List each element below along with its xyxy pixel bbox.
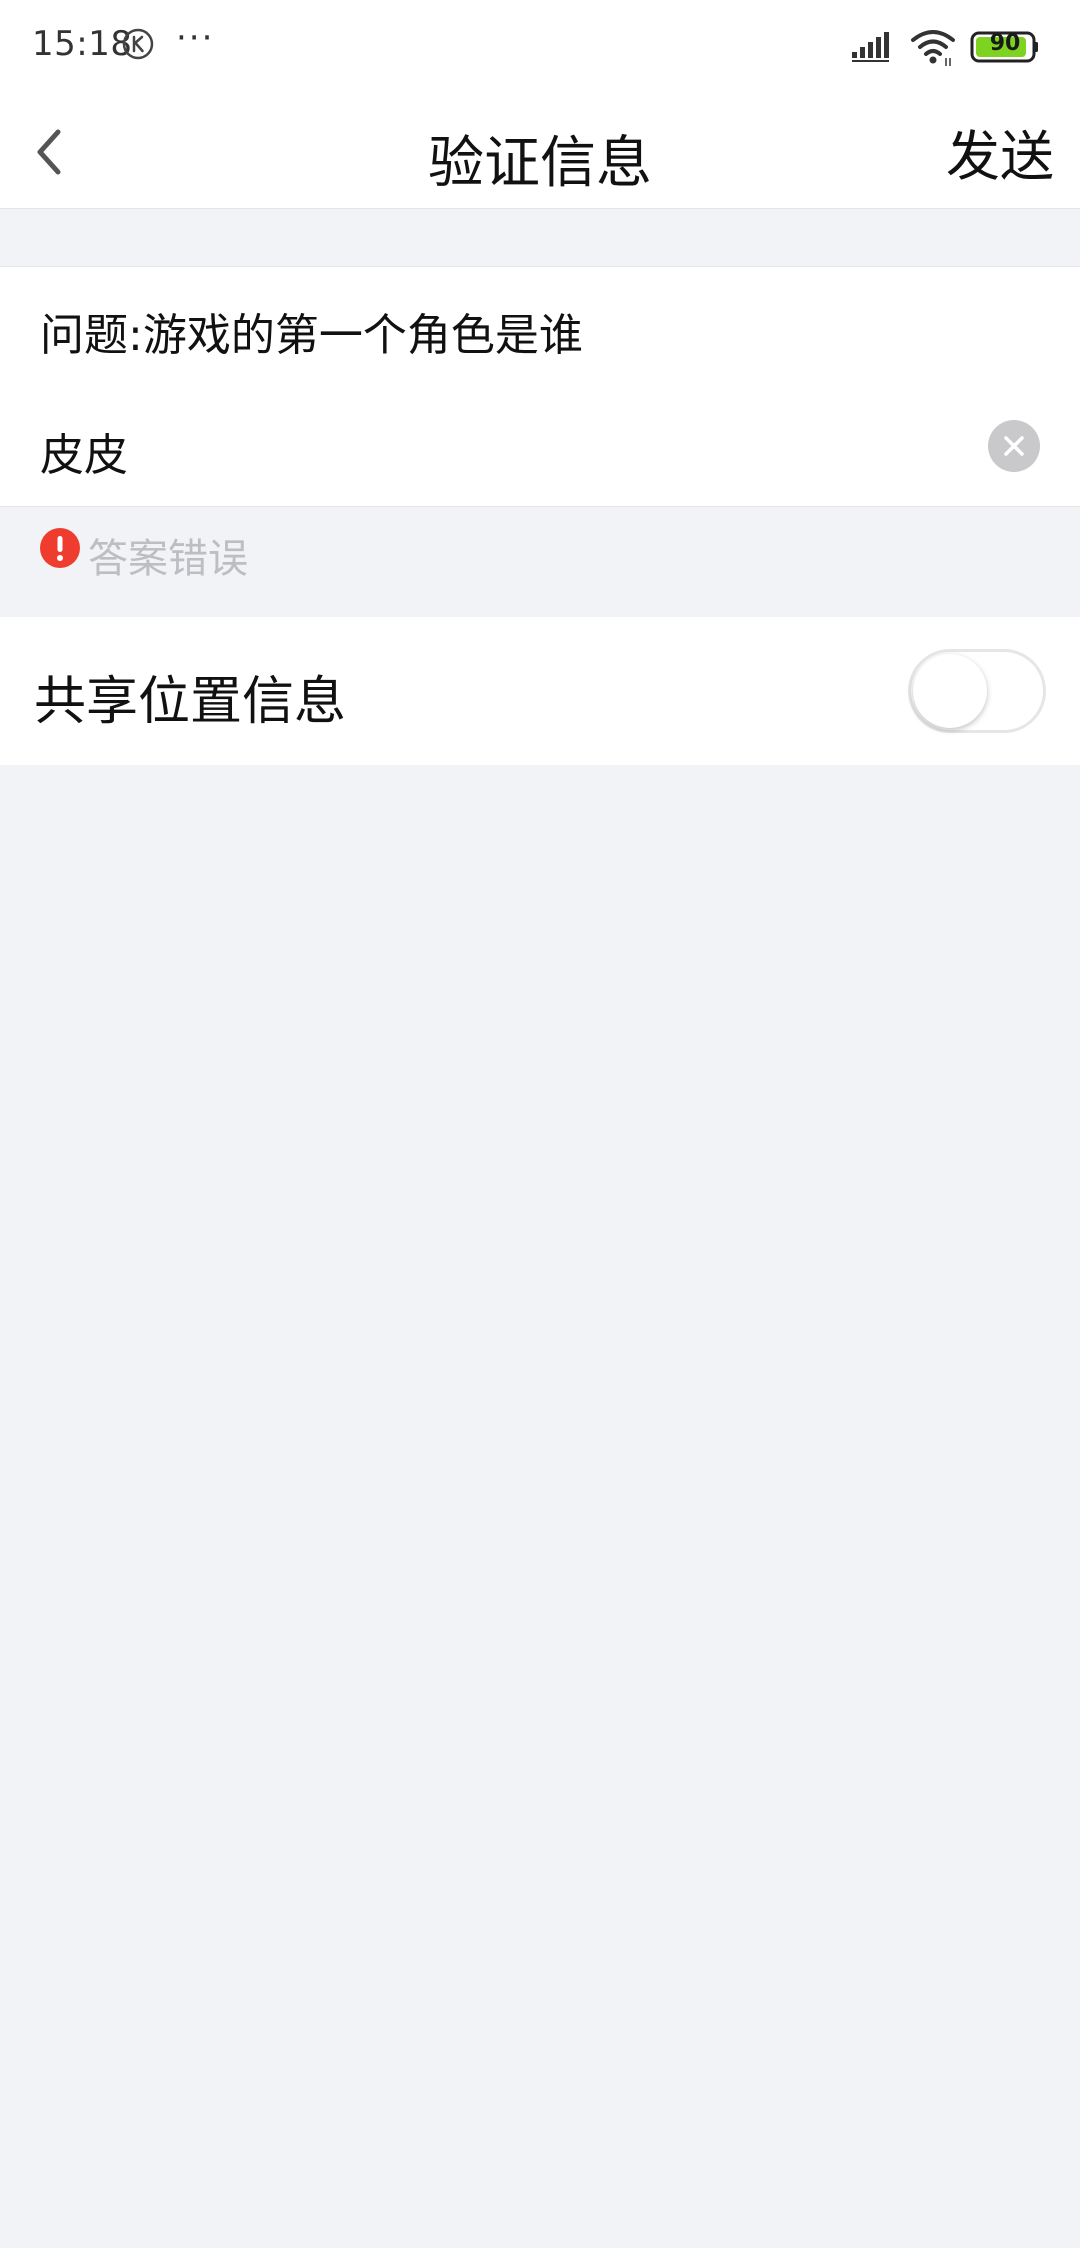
error-text: 答案错误: [88, 536, 248, 582]
share-location-toggle[interactable]: [908, 649, 1046, 733]
toggle-knob: [913, 654, 987, 728]
answer-field[interactable]: 皮皮: [0, 387, 1080, 507]
page-title: 验证信息: [428, 131, 652, 196]
status-time: 15:18: [32, 24, 133, 64]
share-location-row: 共享位置信息: [0, 617, 1080, 765]
send-button[interactable]: 发送: [946, 112, 1054, 191]
nav-bar: 验证信息 发送: [0, 96, 1080, 209]
status-bar: 15:18 ··· 90: [0, 0, 1080, 96]
exclamation-circle-icon: [40, 528, 80, 568]
battery-level: 90: [989, 31, 1021, 56]
question-row: 问题:游戏的第一个角色是谁: [0, 266, 1080, 388]
share-location-label: 共享位置信息: [34, 672, 347, 732]
wifi-icon: [911, 30, 955, 66]
more-indicator: ···: [176, 18, 215, 58]
clear-circle-icon[interactable]: [988, 420, 1040, 472]
answer-input-value[interactable]: 皮皮: [40, 419, 128, 483]
k-circle-icon: [122, 28, 154, 60]
question-text: 问题:游戏的第一个角色是谁: [40, 310, 583, 361]
signal-icon: [852, 32, 889, 62]
